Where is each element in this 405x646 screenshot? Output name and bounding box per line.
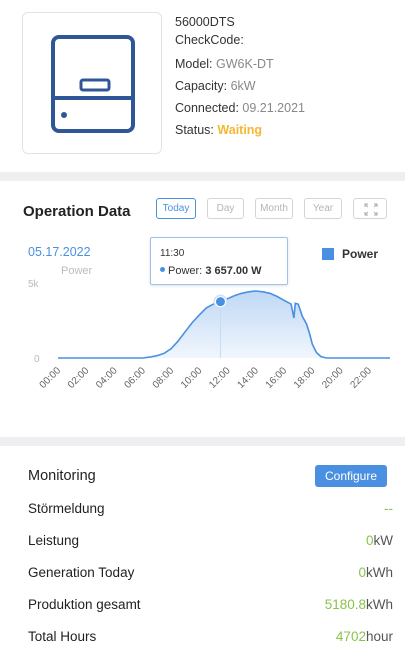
status-value: Waiting [217, 123, 263, 137]
operation-data-panel: Operation Data Today Day Month Year 05.1… [0, 181, 405, 437]
legend-swatch [322, 248, 334, 260]
range-tab-year[interactable]: Year [304, 198, 342, 219]
range-tab-day[interactable]: Day [207, 198, 244, 219]
connected-value: 09.21.2021 [242, 101, 305, 115]
monitor-value: 0kW [365, 533, 393, 548]
fullscreen-button[interactable] [353, 198, 387, 219]
capacity-label: Capacity: [175, 79, 228, 93]
monitor-row-stoermeldung: Störmeldung -- [28, 501, 393, 521]
tooltip-time: 11:30 [160, 248, 185, 259]
inverter-icon [22, 12, 162, 154]
monitor-value: 0kWh [358, 565, 393, 580]
monitor-label: Generation Today [28, 565, 135, 580]
device-card: 56000DTS CheckCode: Model: GW6K-DT Capac… [0, 0, 405, 172]
status-label: Status: [175, 123, 214, 137]
monitor-row-leistung: Leistung 0kW [28, 533, 393, 553]
chart-tooltip: 11:30 Power: 3 657.00 W [150, 237, 288, 285]
connected-label: Connected: [175, 101, 239, 115]
device-info: 56000DTS CheckCode: Model: GW6K-DT Capac… [175, 13, 305, 143]
monitor-label: Leistung [28, 533, 80, 548]
range-tab-today[interactable]: Today [156, 198, 196, 219]
monitoring-panel: Monitoring Configure Störmeldung -- Leis… [0, 446, 405, 646]
monitor-value: 4702hour [335, 629, 393, 644]
fullscreen-icon [364, 203, 378, 216]
chart-date: 05.17.2022 [28, 245, 91, 259]
monitor-row-produktion-gesamt: Produktion gesamt 5180.8kWh [28, 597, 393, 617]
tooltip-dot [160, 267, 165, 272]
capacity-value: 6kW [230, 79, 256, 93]
model-row: Model: GW6K-DT [175, 55, 305, 73]
monitor-row-generation-today: Generation Today 0kWh [28, 565, 393, 585]
monitor-label: Total Hours [28, 629, 97, 644]
chart-legend[interactable]: Power [322, 247, 378, 261]
configure-button[interactable]: Configure [315, 465, 387, 487]
status-row: Status: Waiting [175, 121, 305, 139]
operation-title: Operation Data [23, 203, 131, 220]
tooltip-value: 3 657.00 W [205, 265, 262, 277]
device-serial: 56000DTS [175, 15, 235, 29]
tooltip-label: Power: [168, 265, 203, 277]
model-value: GW6K-DT [216, 57, 274, 71]
model-label: Model: [175, 57, 213, 71]
connected-row: Connected: 09.21.2021 [175, 99, 305, 117]
monitoring-title: Monitoring [28, 468, 96, 484]
monitor-value: 5180.8kWh [324, 597, 393, 612]
monitor-label: Produktion gesamt [28, 597, 141, 612]
tooltip-value-row: Power: 3 657.00 W [160, 265, 262, 277]
monitor-row-total-hours: Total Hours 4702hour [28, 629, 393, 646]
range-tab-month[interactable]: Month [255, 198, 293, 219]
monitor-value: -- [384, 501, 393, 516]
section-divider [0, 172, 405, 181]
legend-label: Power [342, 247, 379, 261]
checkcode-label: CheckCode: [175, 33, 244, 47]
monitor-label: Störmeldung [28, 501, 105, 516]
section-divider [0, 437, 405, 446]
capacity-row: Capacity: 6kW [175, 77, 305, 95]
